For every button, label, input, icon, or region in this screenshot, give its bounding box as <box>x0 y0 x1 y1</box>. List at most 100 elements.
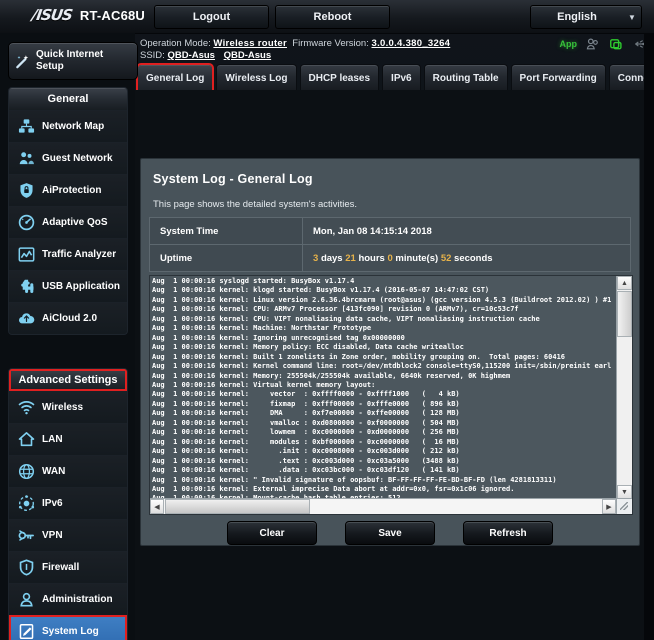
quick-internet-setup-button[interactable]: Quick Internet Setup <box>8 42 138 80</box>
tab-ipv6[interactable]: IPv6 <box>382 64 421 91</box>
sidebar-item-system-log[interactable]: System Log <box>9 615 127 640</box>
log-page-icon <box>18 623 35 640</box>
magic-wand-icon <box>14 53 31 70</box>
uptime-seconds-label: seconds <box>454 252 493 264</box>
sidebar-item-usb-application[interactable]: USB Application <box>9 270 127 302</box>
asus-logo: /ISUS <box>30 6 74 24</box>
tab-wireless-log[interactable]: Wireless Log <box>216 64 297 91</box>
sidebar: Quick Internet Setup General Network Map… <box>0 33 138 640</box>
tab-routing-table[interactable]: Routing Table <box>423 64 508 91</box>
ssid-line: SSID: QBD-Asus QBD-Asus <box>140 50 277 61</box>
scroll-up-icon[interactable]: ▲ <box>617 276 632 290</box>
system-time-value: Mon, Jan 08 14:15:14 2018 <box>302 217 631 245</box>
tab-port-forwarding[interactable]: Port Forwarding <box>510 64 606 91</box>
save-button[interactable]: Save <box>345 521 435 545</box>
general-item-list: Network Map Guest Network AiProtection Adap… <box>9 110 127 334</box>
sidebar-item-ipv6[interactable]: IPv6 <box>9 487 127 519</box>
sidebar-item-label: USB Application <box>42 281 120 292</box>
sidebar-item-aiprotection[interactable]: AiProtection <box>9 174 127 206</box>
wifi-radio-icon[interactable] <box>609 37 623 51</box>
horizontal-scrollbar[interactable]: ◀ ▶ <box>150 498 632 514</box>
sidebar-item-adaptive-qos[interactable]: Adaptive QoS <box>9 206 127 238</box>
sidebar-item-label: Network Map <box>42 121 105 132</box>
log-textarea[interactable]: Aug 1 00:00:16 syslogd started: BusyBox … <box>152 277 616 498</box>
uptime-days-label: days <box>320 252 343 264</box>
sidebar-item-wireless[interactable]: Wireless <box>9 391 127 423</box>
sidebar-item-guest-network[interactable]: Guest Network <box>9 142 127 174</box>
operation-mode-label: Operation Mode: <box>140 38 211 49</box>
shield-lock-icon <box>18 182 35 199</box>
uptime-seconds: 52 <box>440 252 452 264</box>
vertical-scroll-thumb[interactable] <box>617 291 632 337</box>
vertical-scrollbar[interactable]: ▲ ▼ <box>616 276 632 499</box>
advanced-settings-group-header[interactable]: Advanced Settings <box>9 369 127 391</box>
language-label: English <box>557 11 597 23</box>
right-edge-filler <box>644 33 654 640</box>
sidebar-item-label: Wireless <box>42 402 84 413</box>
app-link[interactable]: App <box>560 39 578 49</box>
table-row: System Time Mon, Jan 08 14:15:14 2018 <box>149 217 631 245</box>
sidebar-item-label: System Log <box>42 626 99 637</box>
log-textarea-wrapper[interactable]: Aug 1 00:00:16 syslogd started: BusyBox … <box>149 275 633 515</box>
sidebar-item-label: WAN <box>42 466 66 477</box>
uptime-minutes-label: minute(s) <box>395 252 439 264</box>
system-log-panel: System Log - General Log This page shows… <box>140 158 640 546</box>
sidebar-item-label: Administration <box>42 594 113 605</box>
ssid-label: SSID: <box>140 50 165 61</box>
status-info-strip: Operation Mode: Wireless router Firmware… <box>135 33 654 63</box>
uptime-value: 3 days 21 hours 0 minute(s) 52 seconds <box>302 244 631 272</box>
globe-icon <box>18 463 35 480</box>
chart-icon <box>18 246 35 263</box>
main-content: System Log - General Log This page shows… <box>135 90 644 640</box>
chevron-down-icon: ▼ <box>628 12 636 22</box>
ssid-value-5g[interactable]: QBD-Asus <box>224 50 272 61</box>
uptime-hours-label: hours <box>358 252 385 264</box>
guest-network-icon <box>18 150 35 167</box>
sidebar-item-lan[interactable]: LAN <box>9 423 127 455</box>
action-button-row: Clear Save Refresh <box>141 521 639 545</box>
uptime-label: Uptime <box>149 244 303 272</box>
horizontal-scroll-thumb[interactable] <box>165 499 310 514</box>
clear-button[interactable]: Clear <box>227 521 317 545</box>
scroll-left-icon[interactable]: ◀ <box>150 499 164 514</box>
reboot-button[interactable]: Reboot <box>275 5 390 29</box>
gauge-icon <box>18 214 35 231</box>
advanced-item-list: Wireless LAN WAN IPv6 VPN Firewall Administrat… <box>9 391 127 640</box>
sidebar-item-firewall[interactable]: Firewall <box>9 551 127 583</box>
network-map-icon <box>18 118 35 135</box>
router-admin-ui: /ISUS RT-AC68U Logout Reboot English ▼ O… <box>0 0 654 640</box>
language-select[interactable]: English ▼ <box>530 5 642 29</box>
refresh-button[interactable]: Refresh <box>463 521 553 545</box>
sidebar-item-label: IPv6 <box>42 498 63 509</box>
sidebar-item-vpn[interactable]: VPN <box>9 519 127 551</box>
scroll-down-icon[interactable]: ▼ <box>617 485 632 499</box>
sidebar-item-traffic-analyzer[interactable]: Traffic Analyzer <box>9 238 127 270</box>
sidebar-item-administration[interactable]: Administration <box>9 583 127 615</box>
advanced-menu-group: Advanced Settings Wireless LAN WAN IPv6 VPN F… <box>8 368 128 640</box>
sidebar-item-label: AiCloud 2.0 <box>42 313 98 324</box>
sidebar-item-network-map[interactable]: Network Map <box>9 110 127 142</box>
tab-dhcp-leases[interactable]: DHCP leases <box>299 64 380 91</box>
user-icon <box>18 591 35 608</box>
page-description: This page shows the detailed system's ac… <box>153 199 358 210</box>
usb-puzzle-icon <box>18 278 35 295</box>
scroll-right-icon[interactable]: ▶ <box>602 499 616 514</box>
general-group-header[interactable]: General <box>9 88 127 110</box>
quick-internet-setup-label: Quick Internet Setup <box>36 49 103 73</box>
sidebar-item-aicloud-2-0[interactable]: AiCloud 2.0 <box>9 302 127 334</box>
logout-button[interactable]: Logout <box>154 5 269 29</box>
firmware-value[interactable]: 3.0.0.4.380_3264 <box>371 38 450 49</box>
sidebar-item-wan[interactable]: WAN <box>9 455 127 487</box>
brand-area: /ISUS RT-AC68U <box>30 6 145 24</box>
tab-general-log[interactable]: General Log <box>135 63 215 92</box>
clients-icon[interactable] <box>586 37 600 51</box>
qis-line1: Quick Internet <box>36 49 104 60</box>
operation-mode-line: Operation Mode: Wireless router Firmware… <box>140 38 450 49</box>
sidebar-item-label: Firewall <box>42 562 80 573</box>
operation-mode-value[interactable]: Wireless router <box>213 38 287 49</box>
sidebar-item-label: Guest Network <box>42 153 113 164</box>
ssid-value-24g[interactable]: QBD-Asus <box>167 50 215 61</box>
resize-grip[interactable] <box>616 498 632 514</box>
system-info-table: System Time Mon, Jan 08 14:15:14 2018 Up… <box>149 217 631 272</box>
general-menu-group: General Network Map Guest Network AiProtec… <box>8 87 128 335</box>
